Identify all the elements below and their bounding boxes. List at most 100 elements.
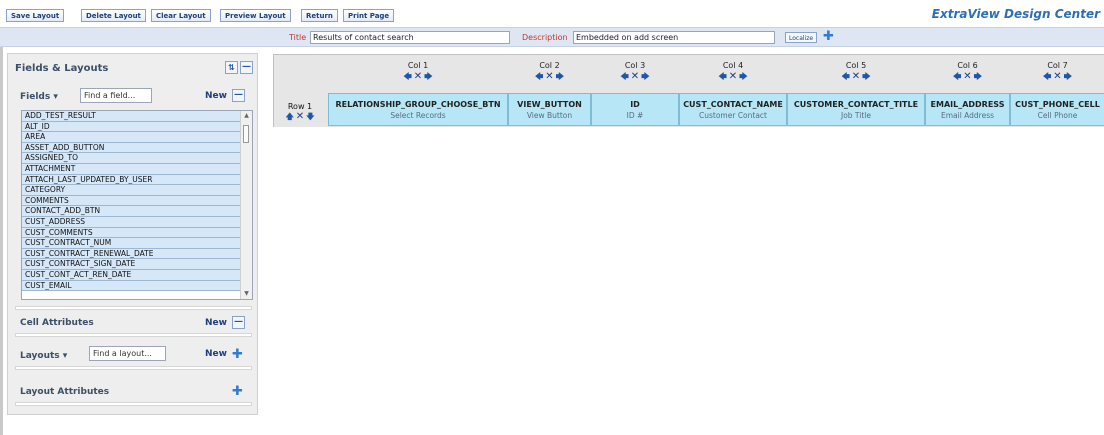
field-item[interactable]: CONTACT_ADD_BTN — [22, 206, 242, 217]
layout-cell[interactable]: VIEW_BUTTON View Button — [508, 93, 591, 126]
move-right-icon[interactable]: 🡆 — [641, 72, 649, 81]
delete-column-icon[interactable]: ✕ — [852, 71, 860, 82]
delete-column-icon[interactable]: ✕ — [545, 71, 553, 82]
field-item[interactable]: AREA — [22, 132, 242, 143]
layout-cell[interactable]: ID ID # — [591, 93, 679, 126]
column-controls: 🡄 ✕ 🡆 — [328, 71, 508, 82]
new-field-button[interactable]: New — [205, 91, 227, 101]
column-title: Col 1 — [407, 61, 429, 70]
move-left-icon[interactable]: 🡄 — [535, 72, 543, 81]
field-item[interactable]: CUST_CONT_ACT_REN_DATE — [22, 269, 242, 281]
brand-title: ExtraView Design Center — [931, 7, 1100, 21]
cell-field-label: Select Records — [390, 111, 446, 120]
move-left-icon[interactable]: 🡄 — [842, 72, 850, 81]
layout-cell[interactable]: RELATIONSHIP_GROUP_CHOOSE_BTN Select Reco… — [328, 93, 508, 126]
cell-field-label: Job Title — [840, 111, 872, 120]
field-item[interactable]: CUST_CONTRACT_SIGN_DATE — [22, 259, 242, 270]
print-page-button[interactable]: Print Page — [343, 9, 395, 22]
column-controls: 🡄 ✕ 🡆 — [591, 71, 679, 82]
field-item[interactable]: ATTACH_LAST_UPDATED_BY_USER — [22, 174, 242, 186]
field-list-scrollbar[interactable]: ▲ ▼ — [240, 111, 252, 299]
move-left-icon[interactable]: 🡄 — [953, 72, 961, 81]
move-right-icon[interactable]: 🡆 — [556, 72, 564, 81]
field-item[interactable]: ATTACHMENT — [22, 163, 242, 175]
cell-field-name: RELATIONSHIP_GROUP_CHOOSE_BTN — [335, 100, 501, 109]
scroll-thumb[interactable] — [243, 125, 249, 143]
delete-column-icon[interactable]: ✕ — [414, 71, 422, 82]
column-controls: 🡄 ✕ 🡆 — [679, 71, 787, 82]
localize-button[interactable]: Localize — [785, 32, 818, 43]
find-layout-input[interactable]: Find a layout... — [89, 346, 166, 361]
move-up-icon[interactable]: 🡅 — [286, 112, 294, 121]
column-controls: 🡄 ✕ 🡆 — [1010, 71, 1104, 82]
clear-layout-button[interactable]: Clear Layout — [151, 9, 211, 22]
layout-cell[interactable]: CUST_CONTACT_NAME Customer Contact — [679, 93, 787, 126]
layout-cell[interactable]: CUSTOMER_CONTACT_TITLE Job Title — [787, 93, 925, 126]
field-item[interactable]: ADD_TEST_RESULT — [22, 111, 242, 122]
field-item[interactable]: ASSIGNED_TO — [22, 153, 242, 164]
find-field-input[interactable]: Find a field... — [80, 88, 152, 103]
collapse-fields-icon[interactable]: — — [232, 89, 245, 102]
new-layout-button[interactable]: New — [205, 349, 227, 359]
fields-layouts-panel: Fields & Layouts ⇅ — Fields ▾ Find a fie… — [7, 53, 258, 415]
field-item[interactable]: CUST_CONTRACT_NUM — [22, 238, 242, 249]
field-item[interactable]: CUST_COMMENTS — [22, 227, 242, 239]
title-label: Title — [289, 33, 307, 42]
collapse-icon[interactable]: — — [240, 61, 253, 74]
column-header: Col 1 🡄 ✕ 🡆 — [328, 61, 508, 82]
layout-grid: Col 1 🡄 ✕ 🡆 Col 2 🡄 ✕ 🡆 Col 3 🡄 ✕ 🡆 Col 4 🡄 ✕ 🡆 Col 5 🡄 ✕ 🡆… — [273, 54, 1104, 127]
move-right-icon[interactable]: 🡆 — [424, 72, 432, 81]
delete-row-icon[interactable]: ✕ — [296, 111, 304, 122]
move-left-icon[interactable]: 🡄 — [719, 72, 727, 81]
column-title: Col 7 — [1047, 61, 1068, 70]
column-header: Col 5 🡄 ✕ 🡆 — [787, 61, 925, 82]
cell-field-label: Customer Contact — [699, 111, 767, 120]
field-item[interactable]: CATEGORY — [22, 185, 242, 196]
collapse-cell-attributes-icon[interactable]: — — [232, 316, 245, 329]
move-left-icon[interactable]: 🡄 — [404, 72, 412, 81]
layout-cell[interactable]: CUST_PHONE_CELL Cell Phone — [1010, 93, 1104, 126]
new-cell-attribute-button[interactable]: New — [205, 318, 227, 328]
field-item[interactable]: CUST_EMAIL — [22, 280, 242, 292]
move-right-icon[interactable]: 🡆 — [974, 72, 982, 81]
layout-attributes-label: Layout Attributes — [20, 387, 110, 397]
save-layout-button[interactable]: Save Layout — [6, 9, 65, 22]
field-list[interactable]: ADD_TEST_RESULT ALT_ID AREA ASSET_ADD_BUTTO… — [21, 110, 253, 300]
move-right-icon[interactable]: 🡆 — [739, 72, 747, 81]
return-button[interactable]: Return — [301, 9, 338, 22]
add-layout-icon[interactable]: ✚ — [232, 348, 243, 361]
column-title: Col 4 — [722, 61, 744, 70]
sort-icon[interactable]: ⇅ — [225, 61, 238, 74]
move-down-icon[interactable]: 🡇 — [306, 112, 314, 121]
cell-field-name: EMAIL_ADDRESS — [930, 100, 1005, 109]
title-input[interactable]: Results of contact search — [310, 31, 510, 44]
field-item[interactable]: ASSET_ADD_BUTTON — [22, 142, 242, 154]
field-item[interactable]: ALT_ID — [22, 121, 242, 133]
add-icon[interactable]: ✚ — [823, 30, 834, 43]
delete-column-icon[interactable]: ✕ — [729, 71, 737, 82]
layout-cell[interactable]: EMAIL_ADDRESS Email Address — [925, 93, 1010, 126]
preview-layout-button[interactable]: Preview Layout — [220, 9, 291, 22]
move-left-icon[interactable]: 🡄 — [1043, 72, 1051, 81]
layouts-dropdown[interactable]: Layouts ▾ — [20, 351, 67, 361]
delete-column-icon[interactable]: ✕ — [631, 71, 639, 82]
delete-column-icon[interactable]: ✕ — [1053, 71, 1061, 82]
move-right-icon[interactable]: 🡆 — [862, 72, 870, 81]
column-title: Col 5 — [845, 61, 867, 70]
delete-column-icon[interactable]: ✕ — [963, 71, 971, 82]
delete-layout-button[interactable]: Delete Layout — [81, 9, 146, 22]
row-header: Row 1 🡅 ✕ 🡇 — [282, 102, 318, 122]
field-item[interactable]: CUST_CONTRACT_RENEWAL_DATE — [22, 248, 242, 260]
field-item[interactable]: CUST_ADDRESS — [22, 216, 242, 228]
scroll-up-icon[interactable]: ▲ — [241, 111, 252, 121]
description-input[interactable]: Embedded on add screen — [573, 31, 775, 44]
fields-dropdown[interactable]: Fields ▾ — [20, 92, 58, 102]
field-item[interactable]: COMMENTS — [22, 195, 242, 207]
move-right-icon[interactable]: 🡆 — [1064, 72, 1072, 81]
scroll-down-icon[interactable]: ▼ — [241, 289, 252, 299]
divider — [15, 366, 252, 370]
column-controls: 🡄 ✕ 🡆 — [508, 71, 591, 82]
column-controls: 🡄 ✕ 🡆 — [925, 71, 1010, 82]
move-left-icon[interactable]: 🡄 — [621, 72, 629, 81]
add-layout-attribute-icon[interactable]: ✚ — [232, 385, 243, 398]
